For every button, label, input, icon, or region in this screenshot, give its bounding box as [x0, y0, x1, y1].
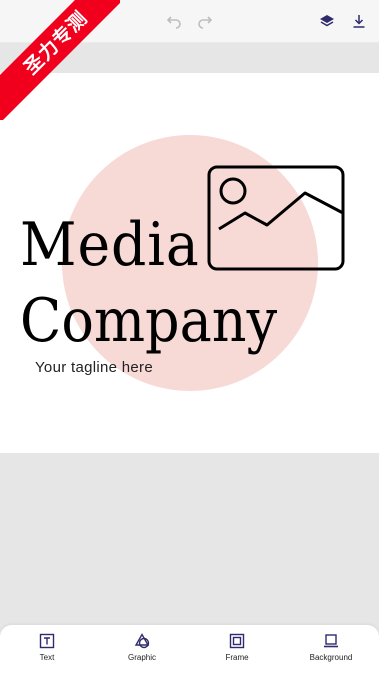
design-canvas[interactable]: Media Company Your tagline here [0, 73, 379, 453]
laptop-icon [324, 634, 338, 648]
nav-label-text: Text [39, 653, 55, 662]
watermark-text: 圣力专测 [0, 0, 120, 120]
text-icon [39, 633, 55, 649]
redo-icon[interactable] [197, 13, 213, 29]
tagline-text[interactable]: Your tagline here [35, 359, 153, 376]
watermark-ribbon: 圣力专测 [0, 0, 120, 120]
image-icon[interactable] [205, 163, 347, 273]
bottom-nav: Text Graphic Frame Background [0, 625, 379, 675]
nav-label-graphic: Graphic [127, 653, 156, 662]
nav-item-text[interactable]: Text [7, 633, 87, 662]
nav-item-frame[interactable]: Frame [197, 633, 277, 662]
download-icon[interactable] [351, 13, 367, 29]
nav-label-frame: Frame [225, 653, 249, 662]
logo-title-line1[interactable]: Media [20, 215, 200, 275]
undo-icon[interactable] [166, 13, 182, 29]
nav-item-background[interactable]: Background [291, 633, 371, 662]
shapes-icon [134, 633, 150, 649]
nav-label-background: Background [309, 653, 353, 662]
logo-title-line2[interactable]: Company [20, 291, 277, 351]
frame-icon [229, 633, 245, 649]
nav-item-graphic[interactable]: Graphic [102, 633, 182, 662]
layers-icon[interactable] [319, 13, 335, 29]
